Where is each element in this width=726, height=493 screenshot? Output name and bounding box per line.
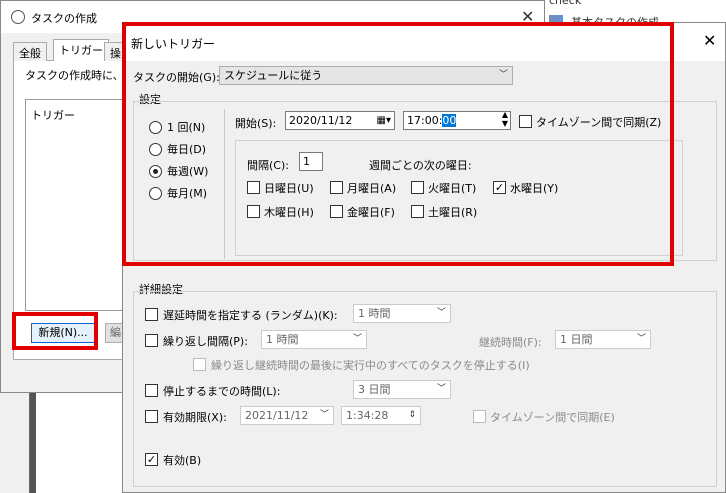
stop-after-label: 停止するまでの時間(L): xyxy=(163,385,281,398)
delay-checkbox[interactable] xyxy=(145,308,158,321)
chevron-down-icon: ﹀ xyxy=(436,384,446,394)
repeat-checkbox[interactable] xyxy=(145,334,158,347)
expire-time-field[interactable]: 1:34:28 ⇕ xyxy=(341,406,421,425)
expire-label: 有効期限(X): xyxy=(163,411,227,424)
expire-sync-label: タイムゾーン間で同期(E) xyxy=(490,411,615,424)
delay-label: 遅延時間を指定する (ランダム)(K): xyxy=(163,309,338,322)
expire-date-picker[interactable]: 2021/11/12 ﹀ xyxy=(240,406,334,425)
expire-checkbox[interactable] xyxy=(145,410,158,423)
enabled-checkbox[interactable]: ✓ xyxy=(145,453,158,466)
enabled-label: 有効(B) xyxy=(163,454,202,467)
duration-select[interactable]: 1 日間 ﹀ xyxy=(555,330,651,349)
tab-general[interactable]: 全般 xyxy=(13,42,47,61)
stop-after-value: 3 日間 xyxy=(358,383,391,396)
stop-all-label: 繰り返し継続時間の最後に実行中のすべてのタスクを停止する(I) xyxy=(211,359,530,372)
trigger-list[interactable] xyxy=(25,99,125,311)
repeat-value: 1 時間 xyxy=(266,333,299,346)
clock-icon xyxy=(11,10,25,24)
expire-time-value: 1:34:28 xyxy=(346,409,389,422)
stop-after-checkbox[interactable] xyxy=(145,384,158,397)
stop-after-select[interactable]: 3 日間 ﹀ xyxy=(353,380,451,399)
highlight-dialog-top xyxy=(122,22,674,266)
spinner-icon: ⇕ xyxy=(408,410,416,420)
repeat-select[interactable]: 1 時間 ﹀ xyxy=(261,330,367,349)
tab-triggers[interactable]: トリガー xyxy=(53,39,109,61)
stop-all-checkbox[interactable] xyxy=(193,358,206,371)
window-edge xyxy=(0,393,30,493)
triggers-description: タスクの作成時に、タ xyxy=(25,69,135,82)
chevron-down-icon: ﹀ xyxy=(319,410,329,420)
expire-date-value: 2021/11/12 xyxy=(245,409,309,422)
repeat-label: 繰り返し間隔(P): xyxy=(163,335,248,348)
expire-sync-checkbox[interactable] xyxy=(473,410,486,423)
duration-value: 1 日間 xyxy=(560,333,593,346)
duration-label: 継続時間(F): xyxy=(479,336,542,349)
chevron-down-icon: ﹀ xyxy=(636,334,646,344)
delay-select[interactable]: 1 時間 ﹀ xyxy=(353,304,451,323)
window-edge-dark xyxy=(30,393,36,493)
window-title: タスクの作成 xyxy=(31,12,97,25)
highlight-new-button xyxy=(12,312,98,350)
close-icon[interactable]: ✕ xyxy=(703,31,716,50)
trigger-list-header: トリガー xyxy=(31,109,75,122)
chevron-down-icon: ﹀ xyxy=(436,308,446,318)
delay-value: 1 時間 xyxy=(358,307,391,320)
chevron-down-icon: ﹀ xyxy=(352,334,362,344)
check-label: check xyxy=(549,0,582,7)
